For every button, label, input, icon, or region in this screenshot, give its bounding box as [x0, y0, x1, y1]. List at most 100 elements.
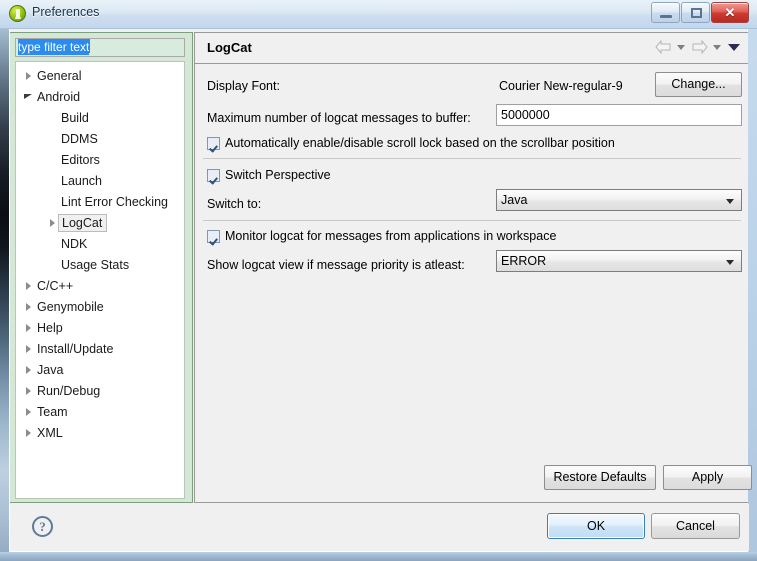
tree-item-logcat[interactable]: LogCat	[16, 212, 184, 233]
close-icon: ✕	[724, 5, 736, 20]
tree-item-label: Team	[37, 404, 68, 419]
forward-history-chevron-down-icon[interactable]	[711, 40, 724, 54]
tree-item-label: Editors	[61, 152, 100, 167]
tree-item-label: Launch	[61, 173, 103, 188]
text-caret	[89, 39, 91, 53]
restore-defaults-button[interactable]: Restore Defaults	[544, 465, 656, 490]
view-menu-chevron-down-solid-icon[interactable]	[727, 40, 740, 54]
tree-item-editors[interactable]: Editors	[16, 149, 184, 170]
preferences-dialog: type filter text General Android Build DDMS…	[9, 29, 752, 552]
switch-perspective-checkbox[interactable]	[207, 168, 220, 182]
tree-item-general[interactable]: General	[16, 65, 184, 86]
tree-expand-arrow-icon[interactable]	[22, 359, 36, 380]
tree-item-run-debug[interactable]: Run/Debug	[16, 380, 184, 401]
tree-item-team[interactable]: Team	[16, 401, 184, 422]
tree-item-help[interactable]: Help	[16, 317, 184, 338]
tree-expand-arrow-icon[interactable]	[22, 317, 36, 338]
tree-item-build[interactable]: Build	[16, 107, 184, 128]
tree-expand-arrow-icon[interactable]	[22, 296, 36, 317]
switch-to-select[interactable]: Java	[496, 189, 742, 211]
tree-item-label: Build	[61, 110, 89, 125]
minimize-button[interactable]	[651, 2, 680, 23]
preferences-tree[interactable]: General Android Build DDMS Editors Launch Lint…	[15, 61, 185, 499]
filter-input-value: type filter text	[18, 39, 90, 55]
display-font-value: Courier New-regular-9	[499, 79, 623, 93]
tree-item-install-update[interactable]: Install/Update	[16, 338, 184, 359]
auto-scroll-lock-checkbox-row[interactable]: Automatically enable/disable scroll lock…	[207, 136, 615, 150]
tree-no-arrow	[46, 107, 60, 128]
switch-to-value: Java	[501, 193, 528, 207]
restore-icon	[691, 8, 702, 18]
arrow-right-icon[interactable]	[691, 40, 708, 54]
tree-expand-arrow-icon[interactable]	[22, 380, 36, 401]
buffer-size-input[interactable]: 5000000	[496, 104, 742, 126]
minimize-icon	[660, 15, 672, 18]
tree-no-arrow	[46, 233, 60, 254]
question-mark-icon[interactable]: ?	[32, 516, 53, 537]
preferences-sidebar: type filter text General Android Build DDMS…	[10, 32, 193, 503]
tree-expand-arrow-icon[interactable]	[22, 401, 36, 422]
tree-expand-arrow-icon[interactable]	[22, 338, 36, 359]
auto-scroll-lock-checkbox[interactable]	[207, 136, 220, 150]
tree-item-lint-error-checking[interactable]: Lint Error Checking	[16, 191, 184, 212]
tree-item-c-c[interactable]: C/C++	[16, 275, 184, 296]
preferences-window: Preferences ✕ type filter text General An…	[0, 0, 757, 561]
tree-expand-arrow-icon[interactable]	[22, 275, 36, 296]
separator-2	[203, 220, 741, 221]
tree-no-arrow	[46, 128, 60, 149]
priority-value: ERROR	[501, 254, 547, 268]
page-title: LogCat	[207, 40, 252, 55]
title-bar[interactable]: Preferences ✕	[0, 0, 757, 29]
tree-item-label: LogCat	[58, 213, 108, 232]
tree-expand-arrow-icon[interactable]	[46, 212, 60, 233]
separator-1	[203, 158, 741, 159]
content-nav-group	[655, 40, 740, 54]
tree-expand-arrow-icon[interactable]	[22, 422, 36, 443]
monitor-logcat-label: Monitor logcat for messages from applica…	[225, 229, 557, 243]
restore-button[interactable]	[681, 2, 710, 23]
filter-input[interactable]: type filter text	[15, 38, 185, 57]
tree-item-label: Help	[37, 320, 63, 335]
change-font-button[interactable]: Change...	[655, 72, 742, 97]
tree-item-label: XML	[37, 425, 63, 440]
preferences-content: LogCat Display Font: Courier New-regular…	[194, 32, 752, 503]
tree-item-genymobile[interactable]: Genymobile	[16, 296, 184, 317]
tree-item-label: C/C++	[37, 278, 74, 293]
tree-item-android[interactable]: Android	[16, 86, 184, 107]
tree-item-xml[interactable]: XML	[16, 422, 184, 443]
auto-scroll-lock-label: Automatically enable/disable scroll lock…	[225, 136, 615, 150]
priority-label: Show logcat view if message priority is …	[207, 258, 465, 272]
eclipse-icon	[9, 5, 26, 22]
tree-item-java[interactable]: Java	[16, 359, 184, 380]
switch-to-label: Switch to:	[207, 197, 262, 211]
tree-collapse-arrow-icon[interactable]	[22, 86, 36, 107]
tree-item-usage-stats[interactable]: Usage Stats	[16, 254, 184, 275]
ok-button[interactable]: OK	[547, 513, 645, 539]
tree-item-label: Java	[37, 362, 64, 377]
switch-perspective-label: Switch Perspective	[225, 168, 331, 182]
arrow-left-icon[interactable]	[655, 40, 672, 54]
cancel-button[interactable]: Cancel	[651, 513, 740, 539]
tree-item-launch[interactable]: Launch	[16, 170, 184, 191]
monitor-logcat-checkbox-row[interactable]: Monitor logcat for messages from applica…	[207, 229, 556, 243]
tree-item-ndk[interactable]: NDK	[16, 233, 184, 254]
chevron-down-icon	[726, 260, 734, 265]
tree-no-arrow	[46, 191, 60, 212]
priority-select[interactable]: ERROR	[496, 250, 742, 272]
tree-item-label: DDMS	[61, 131, 98, 146]
window-border-left	[0, 0, 9, 561]
tree-item-label: Genymobile	[37, 299, 104, 314]
tree-item-label: NDK	[61, 236, 88, 251]
apply-button[interactable]: Apply	[663, 465, 752, 490]
switch-perspective-checkbox-row[interactable]: Switch Perspective	[207, 168, 331, 182]
close-button[interactable]: ✕	[711, 2, 749, 23]
monitor-logcat-checkbox[interactable]	[207, 229, 220, 243]
tree-item-ddms[interactable]: DDMS	[16, 128, 184, 149]
back-history-chevron-down-icon[interactable]	[675, 40, 688, 54]
buffer-size-label: Maximum number of logcat messages to buf…	[207, 111, 471, 125]
tree-item-label: Android	[37, 89, 81, 104]
tree-expand-arrow-icon[interactable]	[22, 65, 36, 86]
window-border-bottom	[0, 552, 757, 561]
content-header: LogCat	[195, 33, 748, 64]
tree-item-label: Lint Error Checking	[61, 194, 168, 209]
